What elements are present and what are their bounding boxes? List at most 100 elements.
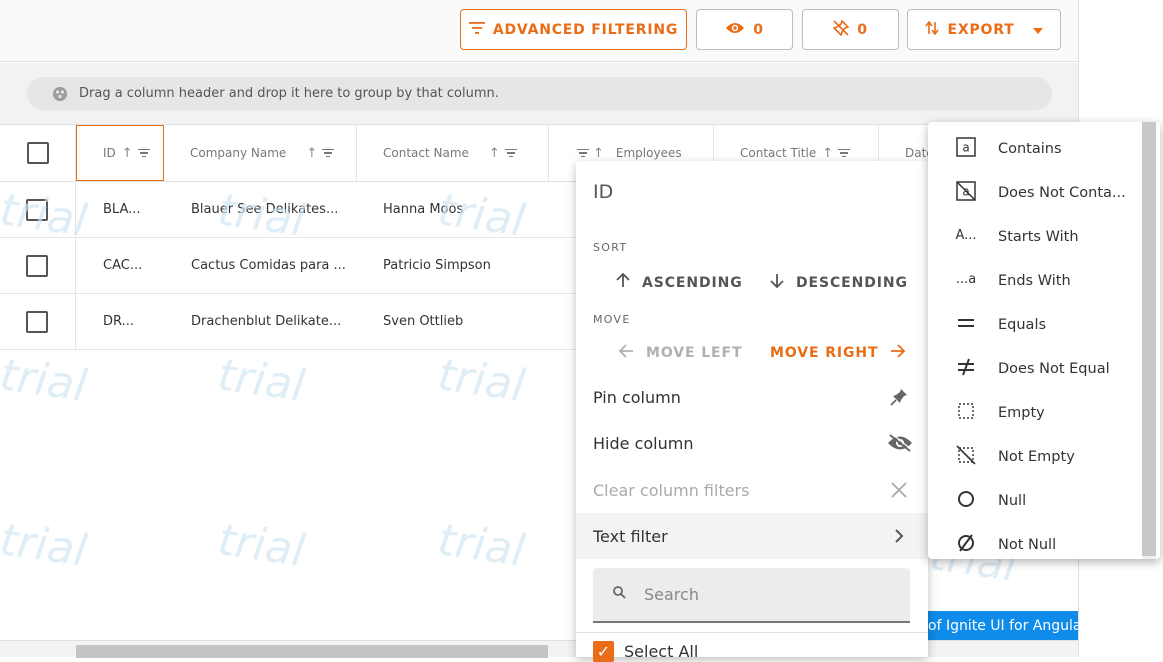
column-header-label: Employees — [615, 146, 682, 160]
sort-descending-button[interactable]: DESCENDING — [770, 273, 908, 292]
sort-arrow-icon[interactable]: ↑ — [306, 146, 317, 161]
cell-id[interactable]: CAC... — [103, 238, 142, 293]
sort-arrow-icon[interactable]: ↑ — [489, 146, 500, 161]
group-by-drop-zone[interactable]: Drag a column header and drop it here to… — [27, 77, 1052, 110]
pin-column-label: Pin column — [593, 387, 681, 407]
column-menu: ID SORT ASCENDING DESCENDING MOVE MOVE L… — [576, 161, 928, 662]
selector-column-divider — [75, 182, 76, 350]
does-not-contain-icon: a — [955, 180, 977, 202]
export-button[interactable]: EXPORT — [907, 9, 1061, 50]
clear-column-filters-label: Clear column filters — [593, 480, 750, 500]
export-label: EXPORT — [947, 21, 1015, 38]
trial-ribbon: of Ignite UI for Angular — [926, 611, 1078, 640]
row-selector — [26, 182, 48, 237]
not-empty-icon — [955, 444, 977, 466]
hide-column-item[interactable]: Hide column — [576, 420, 928, 466]
horizontal-scrollbar-thumb[interactable] — [76, 645, 548, 658]
dropdown-scrollbar[interactable] — [1142, 122, 1156, 559]
advanced-filtering-button[interactable]: ADVANCED FILTERING — [460, 9, 687, 50]
condition-label: Contains — [998, 141, 1062, 157]
condition-option-empty[interactable]: Empty — [928, 392, 1142, 436]
column-header-label: Contact Title — [740, 146, 817, 160]
filter-conditions-dropdown: a Contains a Does Not Conta... A... Star… — [928, 122, 1160, 559]
cell-company[interactable]: Drachenblut Delikate... — [191, 294, 341, 349]
header-checkbox[interactable] — [26, 142, 49, 164]
column-values-search-input[interactable]: Search — [593, 568, 910, 623]
condition-option-does-not-contain[interactable]: a Does Not Conta... — [928, 172, 1142, 216]
condition-option-null[interactable]: Null — [928, 480, 1142, 524]
column-header-label: Company Name — [190, 146, 287, 160]
cell-contact[interactable]: Hanna Moos — [383, 182, 463, 237]
column-header-id[interactable]: ID ↑ — [76, 125, 164, 181]
cell-contact[interactable]: Patricio Simpson — [383, 238, 491, 293]
clear-column-filters-item[interactable]: Clear column filters — [576, 467, 928, 513]
arrow-left-icon — [618, 344, 634, 362]
cell-id[interactable]: BLA... — [103, 182, 141, 237]
column-menu-icon[interactable] — [322, 147, 335, 160]
trial-watermark: trial — [434, 349, 528, 412]
condition-label: Null — [998, 493, 1027, 509]
column-menu-icon[interactable] — [577, 147, 589, 160]
row-selector — [26, 238, 48, 293]
row-selector — [26, 294, 48, 349]
move-right-button[interactable]: MOVE RIGHT — [770, 344, 906, 362]
sort-arrow-icon[interactable]: ↑ — [822, 146, 833, 161]
condition-option-contains[interactable]: a Contains — [928, 128, 1142, 172]
text-filter-label: Text filter — [593, 526, 668, 546]
import-export-icon — [925, 20, 940, 39]
move-right-label: MOVE RIGHT — [770, 345, 879, 361]
not-equal-icon — [955, 356, 977, 378]
checkbox-checked-icon[interactable]: ✓ — [593, 641, 614, 662]
condition-option-not-empty[interactable]: Not Empty — [928, 436, 1142, 480]
pin-column-item[interactable]: Pin column — [576, 374, 928, 420]
column-header-contact[interactable]: Contact Name ↑ — [357, 125, 549, 181]
pinning-button[interactable]: 0 — [802, 9, 899, 50]
unpin-icon — [832, 19, 850, 40]
arrow-right-icon — [890, 344, 906, 362]
hide-column-label: Hide column — [593, 433, 694, 453]
condition-label: Empty — [998, 405, 1045, 421]
cell-company[interactable]: Blauer See Delikates... — [191, 182, 338, 237]
condition-option-not-null[interactable]: Not Null — [928, 524, 1142, 559]
column-menu-icon[interactable] — [137, 147, 150, 160]
hiding-button[interactable]: 0 — [696, 9, 793, 50]
sort-arrow-icon[interactable]: ↑ — [122, 146, 133, 161]
visibility-off-icon — [886, 432, 914, 454]
cell-company[interactable]: Cactus Comidas para ... — [191, 238, 346, 293]
row-checkbox[interactable] — [26, 198, 48, 221]
eye-icon — [725, 21, 745, 39]
pin-icon — [888, 386, 910, 408]
row-checkbox[interactable] — [26, 254, 48, 277]
group-work-icon — [53, 86, 67, 101]
select-all-checkbox-row[interactable]: ✓ Select All — [593, 641, 698, 662]
column-menu-icon[interactable] — [838, 147, 851, 160]
dropdown-scrollbar-thumb[interactable] — [1142, 122, 1156, 556]
text-filter-item[interactable]: Text filter — [576, 513, 928, 559]
cell-id[interactable]: DR... — [103, 294, 134, 349]
sort-ascending-label: ASCENDING — [642, 274, 743, 291]
trial-watermark: trial — [0, 349, 90, 412]
condition-option-equals[interactable]: Equals — [928, 304, 1142, 348]
svg-text:a: a — [962, 141, 969, 155]
column-menu-icon[interactable] — [504, 147, 517, 160]
condition-label: Starts With — [998, 229, 1079, 245]
grid-toolbar: ADVANCED FILTERING 0 0 EXPORT — [0, 0, 1078, 62]
condition-label: Does Not Conta... — [998, 185, 1126, 201]
arrow-up-icon — [616, 272, 630, 292]
cell-contact[interactable]: Sven Ottlieb — [383, 294, 463, 349]
condition-label: Not Empty — [998, 449, 1075, 465]
condition-option-does-not-equal[interactable]: Does Not Equal — [928, 348, 1142, 392]
condition-label: Does Not Equal — [998, 361, 1110, 377]
sort-arrow-icon[interactable]: ↑ — [593, 146, 604, 161]
condition-option-starts-with[interactable]: A... Starts With — [928, 216, 1142, 260]
sort-ascending-button[interactable]: ASCENDING — [616, 272, 743, 292]
ends-with-icon: ...a — [955, 271, 977, 287]
condition-option-ends-with[interactable]: ...a Ends With — [928, 260, 1142, 304]
condition-label: Ends With — [998, 273, 1071, 289]
group-by-area[interactable]: Drag a column header and drop it here to… — [0, 63, 1078, 125]
null-icon — [955, 488, 977, 510]
row-checkbox[interactable] — [26, 310, 48, 333]
move-section-label: MOVE — [593, 313, 631, 326]
move-left-button[interactable]: MOVE LEFT — [618, 344, 742, 362]
column-header-company[interactable]: Company Name ↑ — [164, 125, 357, 181]
